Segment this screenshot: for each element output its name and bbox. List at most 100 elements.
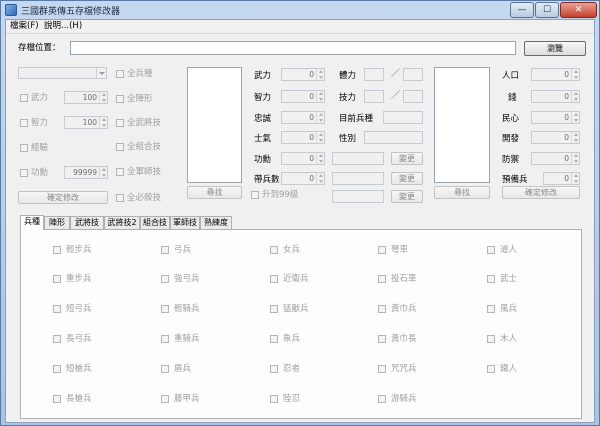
troop-checkbox[interactable] bbox=[161, 365, 169, 373]
stat-spinner-force[interactable]: 100 bbox=[64, 91, 108, 104]
troop-checkbox[interactable] bbox=[378, 275, 386, 283]
save-path-input[interactable] bbox=[70, 41, 516, 55]
hp-current-field[interactable] bbox=[364, 68, 384, 81]
attr-spinner-force[interactable]: 0 bbox=[281, 68, 325, 81]
city-attr-spinner-support[interactable]: 0 bbox=[531, 111, 580, 124]
change-field-2[interactable] bbox=[332, 172, 384, 185]
stat-checkbox-exp[interactable] bbox=[20, 144, 28, 152]
troop-checkbox[interactable] bbox=[487, 335, 495, 343]
tab-proficiency[interactable]: 熟練度 bbox=[200, 216, 232, 229]
spinner-arrows-icon[interactable] bbox=[316, 132, 324, 143]
troop-checkbox[interactable] bbox=[53, 246, 61, 254]
spinner-arrows-icon[interactable] bbox=[316, 112, 324, 123]
troop-checkbox[interactable] bbox=[487, 365, 495, 373]
troop-checkbox[interactable] bbox=[487, 305, 495, 313]
change-field-3[interactable] bbox=[332, 190, 384, 203]
spinner-arrows-icon[interactable] bbox=[571, 69, 579, 80]
spinner-arrows-icon[interactable] bbox=[316, 69, 324, 80]
city-search-button[interactable]: 尋找 bbox=[434, 186, 490, 199]
troop-checkbox[interactable] bbox=[53, 275, 61, 283]
troop-checkbox[interactable] bbox=[270, 246, 278, 254]
spinner-arrows-icon[interactable] bbox=[571, 153, 579, 164]
troop-checkbox[interactable] bbox=[378, 395, 386, 403]
spinner-arrows-icon[interactable] bbox=[571, 173, 579, 184]
stat-checkbox-merit[interactable] bbox=[20, 169, 28, 177]
attr-spinner-intellect[interactable]: 0 bbox=[281, 90, 325, 103]
troop-checkbox[interactable] bbox=[378, 246, 386, 254]
stat-checkbox-force[interactable] bbox=[20, 94, 28, 102]
gender-field[interactable] bbox=[364, 131, 423, 144]
city-attr-spinner-defense[interactable]: 0 bbox=[531, 152, 580, 165]
city-attr-spinner-population[interactable]: 0 bbox=[531, 68, 580, 81]
tab-general-skills-2[interactable]: 武將技2 bbox=[104, 216, 140, 229]
general-search-button[interactable]: 尋找 bbox=[187, 186, 242, 199]
spinner-arrows-icon[interactable] bbox=[571, 91, 579, 102]
troop-checkbox[interactable] bbox=[378, 305, 386, 313]
city-attr-spinner-money[interactable]: 0 bbox=[531, 90, 580, 103]
city-attr-spinner-reserve[interactable]: 0 bbox=[543, 172, 580, 185]
menu-file[interactable]: 檔案(F) bbox=[10, 20, 39, 32]
browse-button[interactable]: 瀏覽 bbox=[524, 41, 586, 56]
spinner-arrows-icon[interactable] bbox=[316, 91, 324, 102]
spinner-arrows-icon[interactable] bbox=[316, 153, 324, 164]
troop-checkbox[interactable] bbox=[270, 335, 278, 343]
troop-checkbox[interactable] bbox=[161, 335, 169, 343]
tab-general-skills[interactable]: 武將技 bbox=[70, 216, 104, 229]
mp-max-field[interactable] bbox=[403, 90, 423, 103]
troop-checkbox[interactable] bbox=[270, 275, 278, 283]
maximize-button[interactable]: ☐ bbox=[535, 2, 559, 18]
change-button-3[interactable]: 變更 bbox=[391, 190, 423, 203]
attr-spinner-command[interactable]: 0 bbox=[281, 172, 325, 185]
attr-spinner-merit[interactable]: 0 bbox=[281, 152, 325, 165]
stat-spinner-merit[interactable]: 99999 bbox=[64, 166, 108, 179]
close-button[interactable]: ✕ bbox=[560, 2, 597, 18]
menu-help[interactable]: 說明...(H) bbox=[44, 20, 82, 32]
spinner-arrows-icon[interactable] bbox=[99, 92, 107, 103]
general-listbox[interactable] bbox=[187, 67, 242, 183]
troop-checkbox[interactable] bbox=[161, 305, 169, 313]
change-button-1[interactable]: 變更 bbox=[391, 152, 423, 165]
change-button-2[interactable]: 變更 bbox=[391, 172, 423, 185]
tab-combo-skills[interactable]: 組合技 bbox=[140, 216, 170, 229]
tab-formations[interactable]: 陣形 bbox=[44, 216, 70, 229]
tab-strategist-skills[interactable]: 軍師技 bbox=[170, 216, 200, 229]
change-field-1[interactable] bbox=[332, 152, 384, 165]
troop-checkbox[interactable] bbox=[53, 395, 61, 403]
attr-spinner-loyalty[interactable]: 0 bbox=[281, 111, 325, 124]
troop-checkbox[interactable] bbox=[270, 305, 278, 313]
spinner-arrows-icon[interactable] bbox=[99, 117, 107, 128]
check-all-general-skills[interactable] bbox=[116, 119, 124, 127]
city-listbox[interactable] bbox=[434, 67, 490, 183]
title-bar[interactable]: 三國群英傳五存檔修改器 — ☐ ✕ bbox=[1, 1, 599, 19]
hp-max-field[interactable] bbox=[403, 68, 423, 81]
check-all-special-skills[interactable] bbox=[116, 194, 124, 202]
spinner-arrows-icon[interactable] bbox=[316, 173, 324, 184]
troop-checkbox[interactable] bbox=[270, 365, 278, 373]
city-attr-spinner-development[interactable]: 0 bbox=[531, 131, 580, 144]
troop-type-field[interactable] bbox=[383, 111, 423, 124]
troop-checkbox[interactable] bbox=[53, 365, 61, 373]
tab-troops[interactable]: 兵種 bbox=[20, 215, 44, 230]
promote-checkbox[interactable] bbox=[251, 191, 259, 199]
troop-checkbox[interactable] bbox=[161, 246, 169, 254]
troop-checkbox[interactable] bbox=[53, 305, 61, 313]
minimize-button[interactable]: — bbox=[510, 2, 534, 18]
troop-checkbox[interactable] bbox=[487, 275, 495, 283]
right-confirm-button[interactable]: 確定修改 bbox=[502, 186, 580, 199]
troop-checkbox[interactable] bbox=[270, 395, 278, 403]
troop-checkbox[interactable] bbox=[378, 365, 386, 373]
check-all-combo-skills[interactable] bbox=[116, 143, 124, 151]
check-all-strategist-skills[interactable] bbox=[116, 168, 124, 176]
general-select[interactable] bbox=[18, 67, 107, 79]
attr-spinner-morale[interactable]: 0 bbox=[281, 131, 325, 144]
check-all-troops[interactable] bbox=[116, 70, 124, 78]
stat-checkbox-intellect[interactable] bbox=[20, 119, 28, 127]
spinner-arrows-icon[interactable] bbox=[571, 132, 579, 143]
spinner-arrows-icon[interactable] bbox=[99, 167, 107, 178]
check-all-formations[interactable] bbox=[116, 95, 124, 103]
troop-checkbox[interactable] bbox=[161, 395, 169, 403]
troop-checkbox[interactable] bbox=[161, 275, 169, 283]
troop-checkbox[interactable] bbox=[487, 246, 495, 254]
troop-checkbox[interactable] bbox=[53, 335, 61, 343]
stat-spinner-intellect[interactable]: 100 bbox=[64, 116, 108, 129]
